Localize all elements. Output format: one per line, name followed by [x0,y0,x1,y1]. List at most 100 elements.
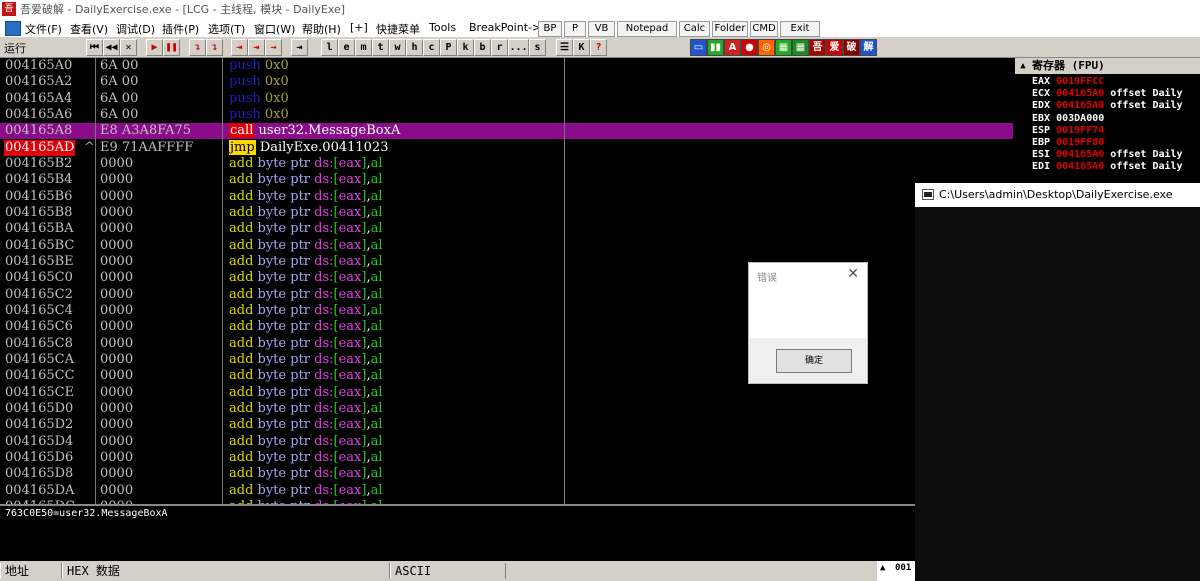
disasm-row[interactable]: 004165B8 0000 add byte ptr ds:[eax],al [0,205,1013,221]
register-eax[interactable]: EAX 0019FFCC [1032,76,1104,88]
register-ebp[interactable]: EBP 0019FF80 [1032,137,1104,149]
breakpoints-button[interactable]: b [474,39,491,56]
register-esp[interactable]: ESP 0019FF74 [1032,125,1104,137]
plugin-po-icon[interactable]: 破 [843,39,860,56]
scroll-up-icon[interactable]: ▲ [1017,58,1029,74]
disasm-row[interactable]: 004165A2 6A 00 push 0x0 [0,74,1013,90]
console-window[interactable]: C:\Users\admin\Desktop\DailyExercise.exe [915,183,1200,581]
disasm-row[interactable]: 004165CE 0000 add byte ptr ds:[eax],al [0,385,1013,401]
register-ecx[interactable]: ECX 004165A0 offset Daily [1032,88,1183,100]
menu-file[interactable]: 文件(F) [25,21,62,37]
plugin-jie-icon[interactable]: 解 [860,39,877,56]
list-icon[interactable]: ☰ [556,39,573,56]
disasm-row[interactable]: 004165B4 0000 add byte ptr ds:[eax],al [0,172,1013,188]
executables-button[interactable]: e [338,39,355,56]
disasm-row[interactable]: 004165AD ^ E9 71AAFFFF jmp DailyExe.0041102… [0,140,1013,156]
plugin-grid-icon[interactable]: ▦ [775,39,792,56]
register-ebx[interactable]: EBX 003DA000 [1032,113,1104,125]
plugin-record-icon[interactable]: ● [741,39,758,56]
references-button[interactable]: r [491,39,508,56]
disasm-row[interactable]: 004165D6 0000 add byte ptr ds:[eax],al [0,450,1013,466]
disasm-row[interactable]: 004165BA 0000 add byte ptr ds:[eax],al [0,221,1013,237]
source-button[interactable]: s [529,39,546,56]
menu-options[interactable]: 选项(T) [208,21,245,37]
dump-ascii-header[interactable]: ASCII [390,563,506,579]
plugin-a-icon[interactable]: A [724,39,741,56]
disasm-row[interactable]: 004165A4 6A 00 push 0x0 [0,91,1013,107]
plugin-wu-icon[interactable]: 吾 [809,39,826,56]
quick-calc-button[interactable]: Calc [679,21,710,37]
plugin-pause-icon[interactable]: ▮▮ [707,39,724,56]
plugin-target-icon[interactable]: ◎ [758,39,775,56]
log-window-button[interactable]: l [321,39,338,56]
quick-exit-button[interactable]: Exit [780,21,820,37]
open-file-button[interactable]: ⏮ [86,39,103,56]
disasm-row[interactable]: 004165A0 6A 00 push 0x0 [0,58,1013,74]
memory-button[interactable]: m [355,39,372,56]
disasm-row[interactable]: 004165A8 E8 A3A8FA75 call user32.MessageBo… [0,123,1013,139]
ok-button[interactable]: 确定 [776,349,852,373]
quick-bp-button[interactable]: BP [538,21,562,37]
patches-button[interactable]: P [440,39,457,56]
pause-button[interactable]: ❚❚ [163,39,180,56]
help-button[interactable]: ? [590,39,607,56]
disasm-row[interactable]: 004165BC 0000 add byte ptr ds:[eax],al [0,238,1013,254]
trace-into-button[interactable]: ⇥ [231,39,248,56]
column-divider[interactable] [564,58,565,504]
run-button[interactable]: ▶ [146,39,163,56]
menu-debug[interactable]: 调试(D) [116,21,155,37]
handles-button[interactable]: h [406,39,423,56]
scroll-up-icon[interactable]: ▲ [880,563,885,573]
console-titlebar[interactable]: C:\Users\admin\Desktop\DailyExercise.exe [915,183,1200,207]
message-box-dialog[interactable]: 错误 ✕ 确定 [748,262,868,384]
register-edi[interactable]: EDI 004165A0 offset Daily [1032,161,1183,173]
close-icon[interactable]: ✕ [847,266,859,282]
disasm-row[interactable]: 004165D8 0000 add byte ptr ds:[eax],al [0,466,1013,482]
system-menu-icon[interactable] [5,21,21,36]
options-button[interactable]: K [573,39,590,56]
plugin-table-icon[interactable]: ▦ [792,39,809,56]
quick-p-button[interactable]: P [564,21,586,37]
close-debuggee-button[interactable]: ✕ [120,39,137,56]
quick-folder-button[interactable]: Folder [712,21,748,37]
disasm-row[interactable]: 004165D2 0000 add byte ptr ds:[eax],al [0,417,1013,433]
column-divider[interactable] [222,58,223,504]
cpu-button[interactable]: c [423,39,440,56]
disasm-row[interactable]: 004165DA 0000 add byte ptr ds:[eax],al [0,483,1013,499]
plugin-window-icon[interactable]: ▭ [690,39,707,56]
windows-button[interactable]: w [389,39,406,56]
register-esi[interactable]: ESI 004165A0 offset Daily [1032,149,1183,161]
disasm-row[interactable]: 004165D0 0000 add byte ptr ds:[eax],al [0,401,1013,417]
goto-button[interactable]: ⇥ [291,39,308,56]
disasm-row[interactable]: 004165A6 6A 00 push 0x0 [0,107,1013,123]
step-over-button[interactable]: ↴ [206,39,223,56]
step-into-button[interactable]: ↴ [189,39,206,56]
run-trace-button[interactable]: ... [508,39,529,56]
dump-address-header[interactable]: 地址 [0,563,62,579]
restart-button[interactable]: ◀◀ [103,39,120,56]
registers-pane[interactable]: ▲ 寄存器 (FPU) EAX 0019FFCC ECX 004165A0 of… [1015,58,1200,183]
quick-notepad-button[interactable]: Notepad [617,21,677,37]
disasm-row[interactable]: 004165D4 0000 add byte ptr ds:[eax],al [0,434,1013,450]
menu-tools[interactable]: Tools [429,21,456,34]
trace-over-button[interactable]: ⇥ [248,39,265,56]
call-stack-button[interactable]: k [457,39,474,56]
menu-breakpoint[interactable]: BreakPoint-> [469,21,541,34]
disasm-row[interactable]: 004165B2 0000 add byte ptr ds:[eax],al [0,156,1013,172]
disasm-row[interactable]: 004165B6 0000 add byte ptr ds:[eax],al [0,189,1013,205]
menu-shortcuts[interactable]: 快捷菜单 [376,21,420,37]
menu-plus[interactable]: [+] [350,21,368,34]
column-divider[interactable] [95,58,96,504]
register-edx[interactable]: EDX 004165A0 offset Daily [1032,100,1183,112]
threads-button[interactable]: t [372,39,389,56]
menu-window[interactable]: 窗口(W) [254,21,295,37]
dump-hex-header[interactable]: HEX 数据 [62,563,390,579]
execute-till-return-button[interactable]: → [265,39,282,56]
menu-view[interactable]: 查看(V) [70,21,108,37]
menu-help[interactable]: 帮助(H) [302,21,341,37]
menu-plugins[interactable]: 插件(P) [162,21,199,37]
registers-header[interactable]: ▲ 寄存器 (FPU) [1015,58,1200,74]
quick-vb-button[interactable]: VB [588,21,615,37]
plugin-ai-icon[interactable]: 爱 [826,39,843,56]
quick-cmd-button[interactable]: CMD [750,21,778,37]
